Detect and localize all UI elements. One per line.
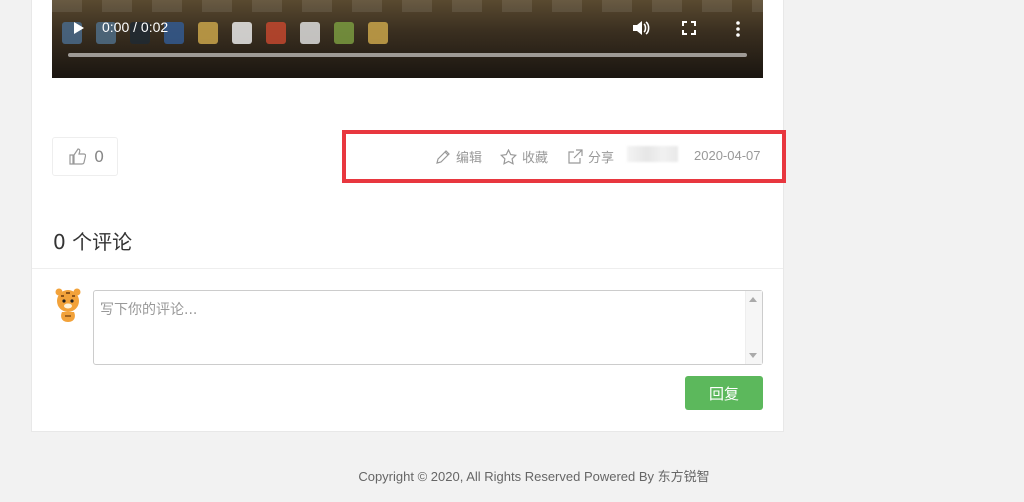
share-link[interactable]: 分享 bbox=[567, 147, 614, 166]
comments-title: 0 个评论 bbox=[53, 230, 133, 254]
video-frame-overlay bbox=[52, 0, 763, 12]
like-count: 0 bbox=[94, 147, 105, 166]
thumbs-up-icon bbox=[69, 148, 86, 165]
play-icon[interactable] bbox=[74, 22, 84, 34]
reply-button[interactable]: 回复 bbox=[685, 376, 763, 410]
star-icon bbox=[500, 148, 517, 165]
comment-input[interactable] bbox=[94, 291, 744, 364]
divider bbox=[32, 268, 783, 269]
comment-box bbox=[93, 290, 763, 365]
footer-copyright: Copyright © 2020, All Rights Reserved Po… bbox=[358, 469, 710, 484]
like-button[interactable]: 0 bbox=[52, 137, 118, 176]
favorite-label: 收藏 bbox=[522, 151, 549, 166]
favorite-link[interactable]: 收藏 bbox=[500, 147, 548, 166]
pencil-icon bbox=[436, 149, 450, 164]
fullscreen-icon[interactable] bbox=[682, 21, 696, 35]
post-date: 2020-04-07 bbox=[694, 148, 761, 163]
more-vert-icon[interactable] bbox=[734, 20, 742, 38]
edit-link[interactable]: 编辑 bbox=[435, 147, 482, 166]
share-label: 分享 bbox=[588, 151, 615, 166]
avatar bbox=[55, 288, 81, 322]
scroll-down-icon[interactable] bbox=[749, 353, 757, 358]
video-progress-bar[interactable] bbox=[68, 53, 747, 57]
video-time: 0:00 / 0:02 bbox=[102, 19, 169, 35]
share-external-icon bbox=[568, 148, 583, 164]
volume-icon[interactable] bbox=[632, 20, 650, 36]
blurred-author bbox=[627, 146, 678, 162]
video-player[interactable]: 0:00 / 0:02 bbox=[52, 0, 763, 78]
scroll-up-icon[interactable] bbox=[749, 297, 757, 302]
comment-scrollbar[interactable] bbox=[745, 291, 762, 364]
edit-label: 编辑 bbox=[456, 151, 483, 166]
